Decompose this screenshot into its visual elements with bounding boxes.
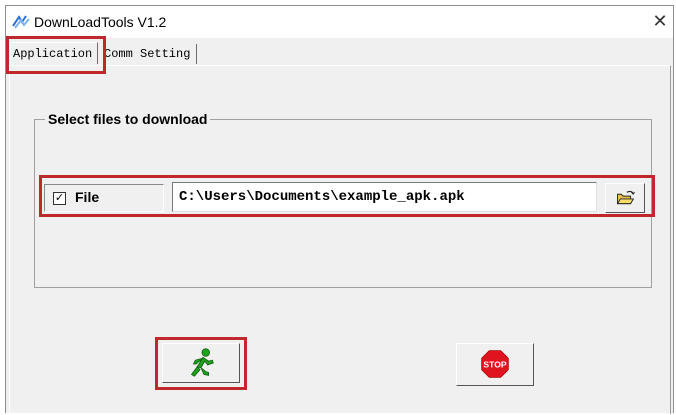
stop-button[interactable]: STOP: [456, 343, 534, 386]
running-man-icon: [190, 348, 214, 377]
browse-button[interactable]: [605, 183, 645, 213]
group-legend: Select files to download: [45, 111, 211, 127]
stop-sign-icon: STOP: [481, 350, 509, 378]
run-download-button[interactable]: [162, 343, 240, 383]
close-button[interactable]: ✕: [649, 10, 671, 32]
file-checkbox[interactable]: ✓: [53, 192, 66, 205]
file-checkbox-label: File: [75, 189, 100, 205]
app-logo-icon: [12, 15, 30, 29]
tab-application[interactable]: Application: [10, 42, 98, 64]
stop-sign-text: STOP: [483, 359, 506, 369]
file-path-field[interactable]: C:\Users\Documents\example_apk.apk: [172, 182, 597, 212]
window-title: DownLoadTools V1.2: [34, 14, 167, 30]
title-bar: DownLoadTools V1.2 ✕: [6, 6, 673, 38]
open-folder-icon: [616, 190, 635, 205]
tab-comm-setting[interactable]: Comm Setting: [101, 44, 197, 64]
